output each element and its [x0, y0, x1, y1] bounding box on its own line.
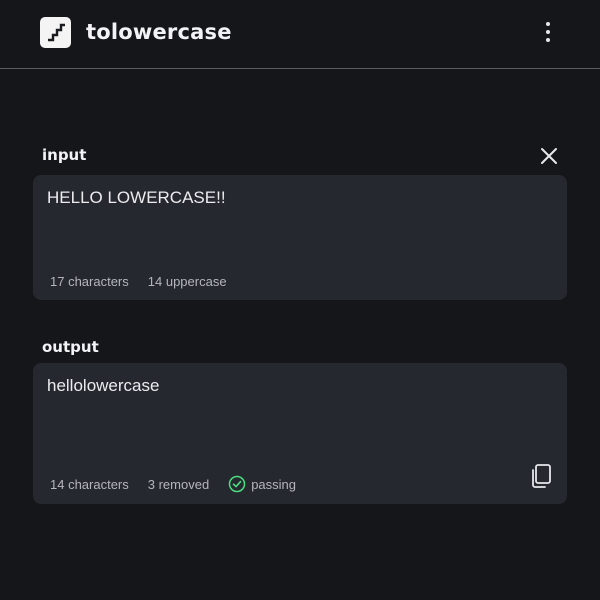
- kebab-menu-icon[interactable]: [536, 18, 560, 46]
- close-icon[interactable]: [536, 143, 562, 169]
- copy-icon[interactable]: [528, 462, 554, 490]
- stairs-icon[interactable]: [40, 17, 71, 48]
- app-header: tolowercase: [0, 0, 600, 69]
- output-label: output: [42, 338, 99, 356]
- status-label: passing: [251, 476, 296, 492]
- check-circle-icon: [228, 475, 246, 493]
- status-badge: passing: [228, 475, 296, 493]
- output-character-count: 14 characters: [50, 476, 129, 492]
- app-title: tolowercase: [86, 20, 232, 44]
- output-panel: hellolowercase 14 characters 3 removed p…: [33, 363, 567, 504]
- input-character-count: 17 characters: [50, 274, 129, 289]
- input-stats: 17 characters 14 uppercase: [50, 274, 246, 289]
- input-textarea[interactable]: HELLO LOWERCASE!!: [47, 188, 527, 208]
- input-panel[interactable]: HELLO LOWERCASE!! 17 characters 14 upper…: [33, 175, 567, 300]
- input-label: input: [42, 146, 87, 164]
- output-stats: 14 characters 3 removed passing: [50, 475, 296, 493]
- input-uppercase-count: 14 uppercase: [147, 274, 227, 289]
- output-removed-count: 3 removed: [147, 476, 210, 492]
- output-text: hellolowercase: [47, 376, 160, 395]
